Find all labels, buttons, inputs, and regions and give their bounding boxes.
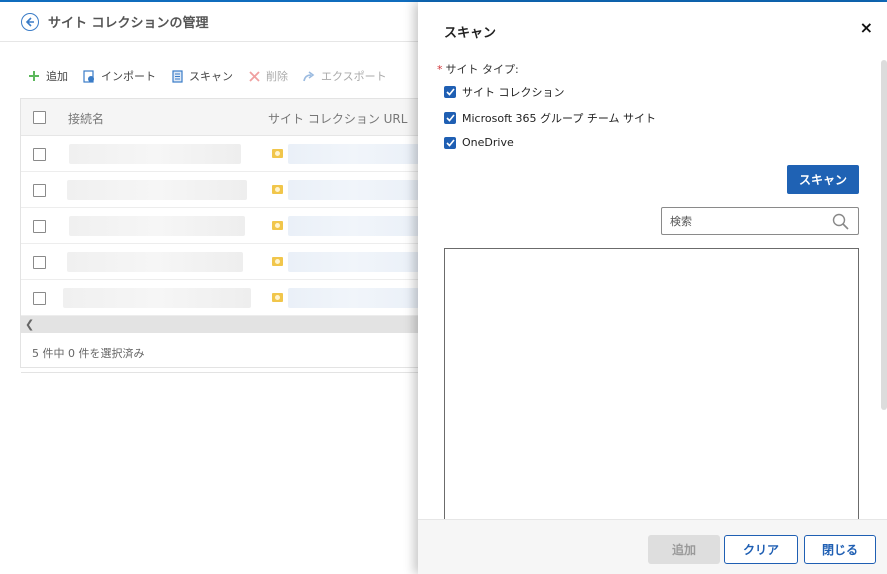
toolbar: 追加 インポート スキャン 削除 エクスポート [27,66,401,86]
import-icon [82,69,96,83]
table-row[interactable] [21,172,419,208]
site-type-text: サイト タイプ: [445,63,519,76]
scan-panel: スキャン × * サイト タイプ: サイト コレクション Microsoft 36… [418,2,887,574]
row-checkbox[interactable] [33,256,46,269]
column-header-url[interactable]: サイト コレクション URL [268,110,407,127]
column-header-name[interactable]: 接続名 [68,110,104,127]
back-arrow-icon[interactable] [21,12,39,31]
redacted-name [67,180,247,200]
search-box[interactable] [661,207,859,235]
delete-x-icon [247,69,261,83]
search-input[interactable] [670,213,830,229]
row-checkbox[interactable] [33,220,46,233]
checkbox-checked-icon[interactable] [444,86,456,98]
add-button-label: 追加 [46,70,68,83]
panel-scrollbar[interactable] [881,60,887,410]
option-label: OneDrive [462,136,514,149]
import-button-label: インポート [101,70,156,83]
selection-status: 5 件中 0 件を選択済み [21,333,418,373]
redacted-url [288,288,419,308]
page-title: サイト コレクションの管理 [48,16,209,31]
grid-header: 接続名 サイト コレクション URL [21,99,418,136]
site-collection-grid: 接続名 サイト コレクション URL ❮ 5 件中 0 件を選択済み [20,98,419,373]
redacted-url [288,252,419,272]
scan-toolbar-label: スキャン [189,70,233,83]
table-row[interactable] [21,280,419,316]
scan-toolbar-button[interactable]: スキャン [170,68,233,84]
plus-icon [27,69,41,83]
scan-results-list[interactable] [444,248,859,528]
panel-footer: 追加 クリア 閉じる [418,519,887,574]
add-selected-button[interactable]: 追加 [648,535,720,564]
site-icon [272,293,283,302]
close-button[interactable]: 閉じる [804,535,876,564]
redacted-name [63,288,251,308]
option-label: Microsoft 365 グループ チーム サイト [462,112,657,125]
site-type-label: * サイト タイプ: [437,61,519,77]
horizontal-scrollbar[interactable]: ❮ [21,316,418,333]
import-button[interactable]: インポート [82,68,156,84]
page-header: サイト コレクションの管理 [0,2,418,42]
scan-button[interactable]: スキャン [787,165,859,194]
redacted-url [288,216,419,236]
site-icon [272,221,283,230]
table-row[interactable] [21,136,419,172]
site-icon [272,185,283,194]
redacted-name [69,144,241,164]
option-label: サイト コレクション [462,86,565,99]
site-icon [272,257,283,266]
table-row[interactable] [21,208,419,244]
checkbox-checked-icon[interactable] [444,136,456,149]
export-button[interactable]: エクスポート [302,68,387,84]
row-checkbox[interactable] [33,184,46,197]
required-mark: * [437,63,443,76]
option-site-collection[interactable]: サイト コレクション [444,84,565,100]
scroll-left-arrow-icon[interactable]: ❮ [25,318,34,331]
option-m365-group-team-site[interactable]: Microsoft 365 グループ チーム サイト [444,110,656,126]
redacted-name [67,252,243,272]
add-button[interactable]: 追加 [27,68,68,84]
panel-title: スキャン [444,26,497,41]
clear-button[interactable]: クリア [724,535,798,564]
delete-button[interactable]: 削除 [247,68,288,84]
document-icon [170,69,184,83]
row-checkbox[interactable] [33,292,46,305]
export-button-label: エクスポート [321,70,387,83]
checkbox-checked-icon[interactable] [444,112,456,124]
delete-button-label: 削除 [266,70,288,83]
search-icon[interactable] [832,213,849,233]
redacted-url [288,144,419,164]
select-all-checkbox[interactable] [33,111,46,124]
export-arrow-icon [302,69,316,83]
redacted-name [69,216,245,236]
option-onedrive[interactable]: OneDrive [444,136,514,149]
table-row[interactable] [21,244,419,280]
row-checkbox[interactable] [33,148,46,161]
close-icon[interactable]: × [860,18,873,37]
redacted-url [288,180,419,200]
site-icon [272,149,283,158]
